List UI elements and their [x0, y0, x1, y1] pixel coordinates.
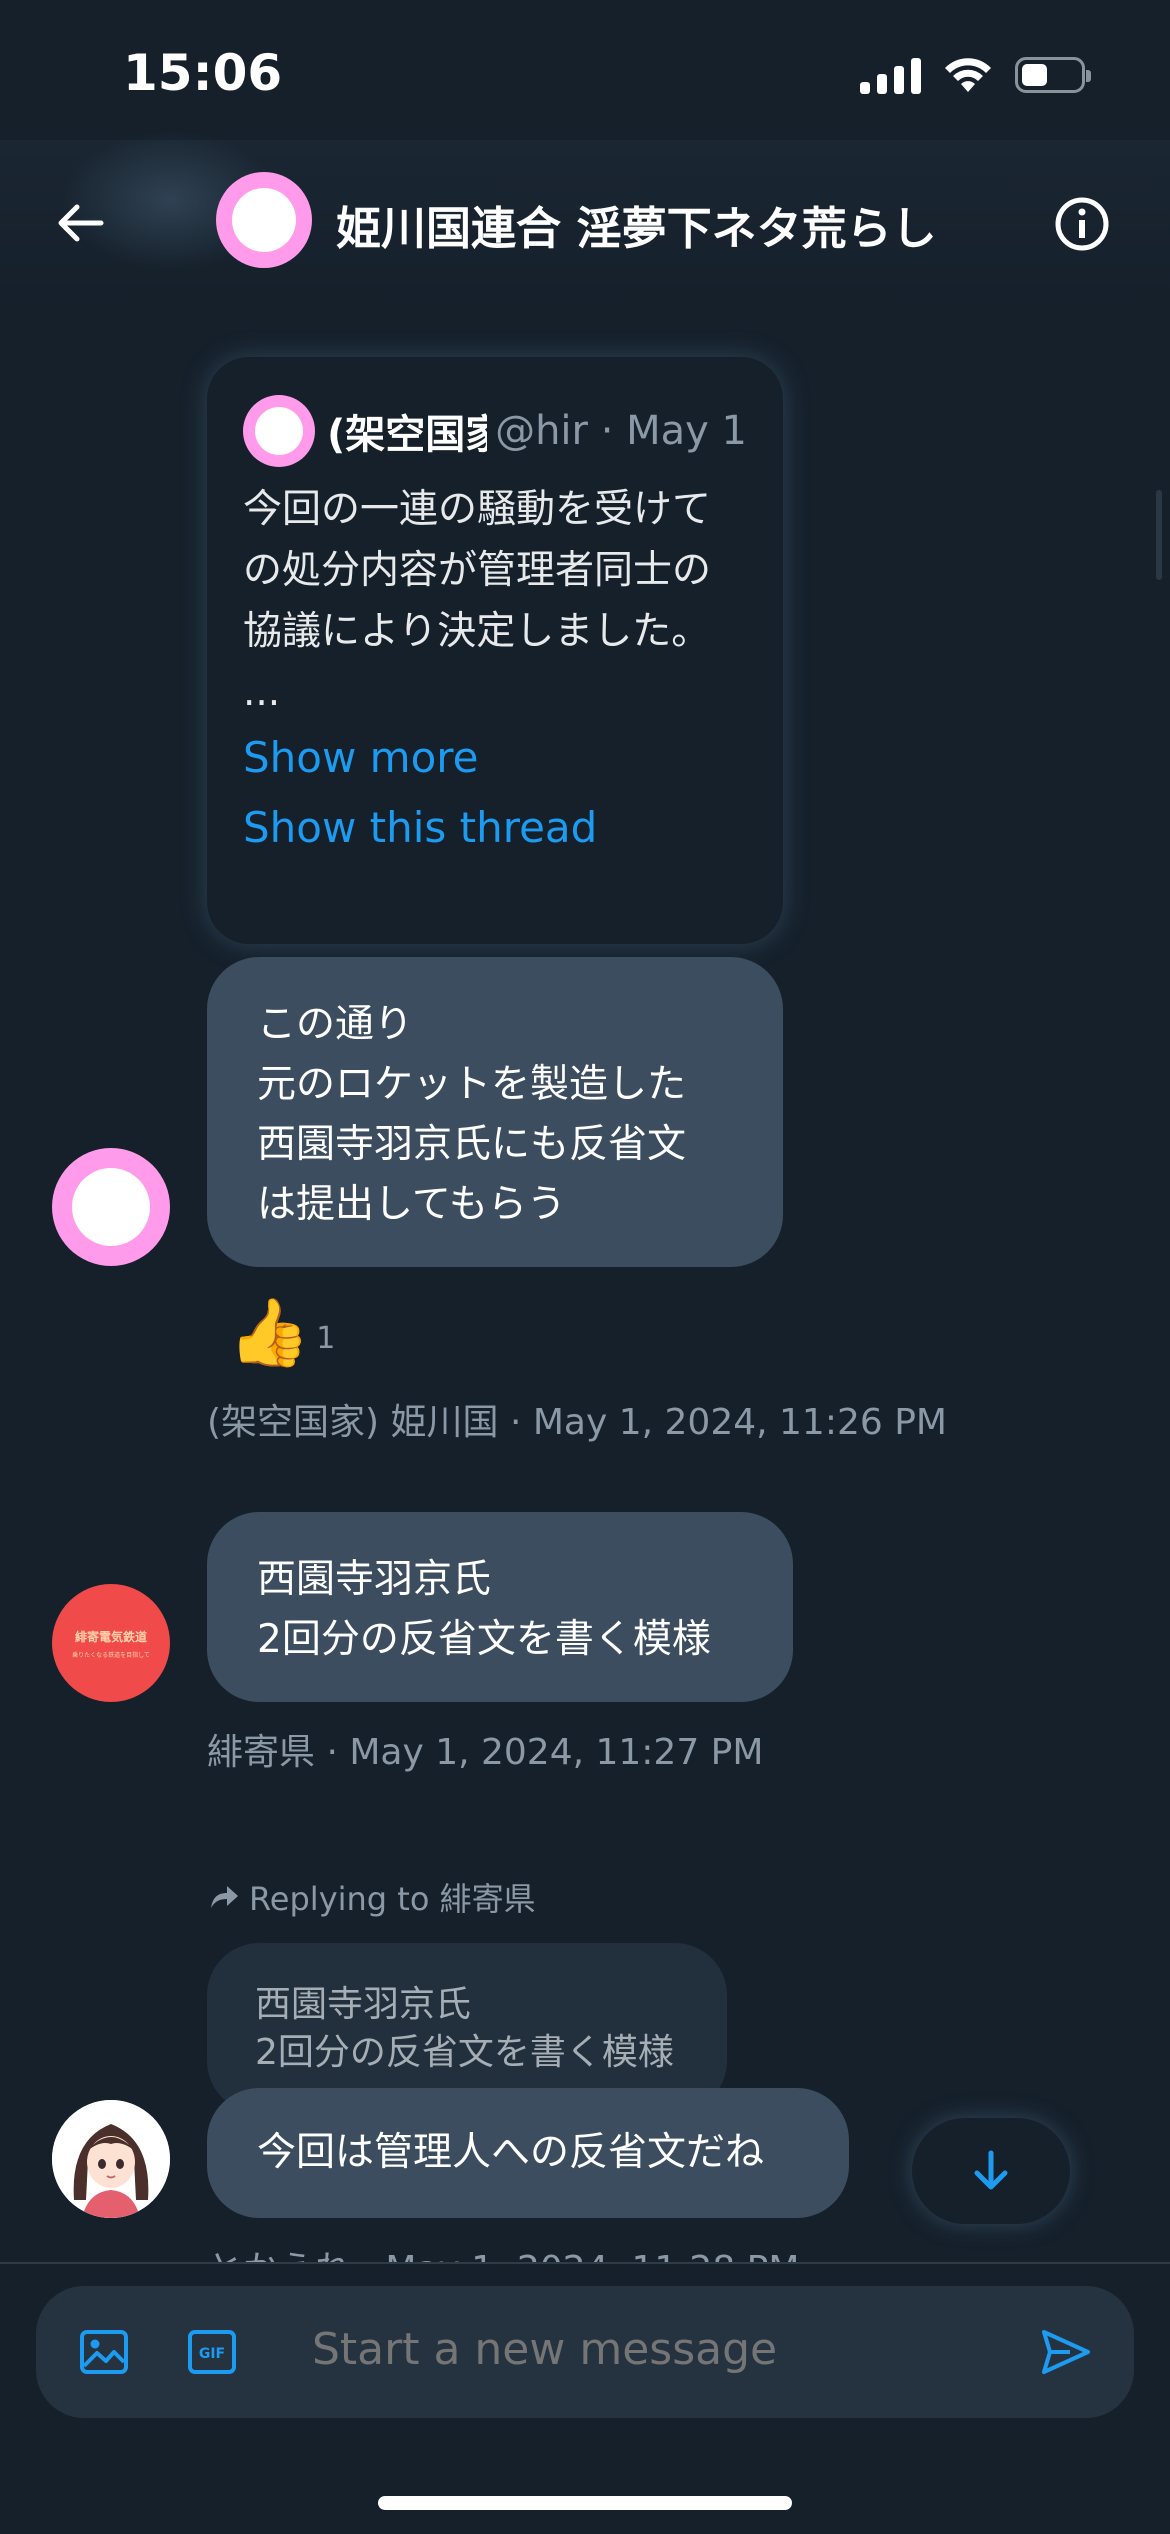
conversation-title[interactable]: 姫川国連合 淫夢下ネタ荒らし — [336, 192, 937, 257]
message-composer[interactable]: GIF — [36, 2286, 1134, 2418]
scroll-to-bottom-button[interactable] — [912, 2118, 1070, 2224]
message-bubble[interactable]: 今回は管理人への反省文だね — [207, 2088, 849, 2218]
conversation-header: 姫川国連合 淫夢下ネタ荒らし — [0, 130, 1170, 300]
message-reaction[interactable]: 👍 1 — [228, 1296, 335, 1370]
back-button[interactable] — [52, 195, 108, 251]
battery-level — [1022, 64, 1047, 86]
send-icon[interactable] — [1040, 2326, 1092, 2378]
show-thread-link[interactable]: Show this thread — [243, 793, 747, 863]
battery-icon — [1015, 57, 1091, 93]
quoted-tweet-header: (架空国家 @hir · May 1 — [243, 395, 747, 467]
quoted-tweet-meta: @hir · May 1 — [495, 408, 747, 454]
sender-avatar[interactable] — [52, 2100, 170, 2218]
conversation-avatar[interactable] — [216, 172, 312, 268]
show-more-link[interactable]: Show more — [243, 723, 747, 793]
scrollbar[interactable] — [1156, 490, 1162, 580]
thumbs-up-reaction: 👍 — [228, 1294, 311, 1371]
status-icons — [860, 56, 1091, 94]
quoted-tweet-text: 今回の一連の騒動を受けての処分内容が管理者同士の協議により決定しました。 ... — [243, 487, 712, 715]
reply-indicator: Replying to 緋寄県 — [209, 1874, 536, 1920]
quoted-tweet-author: (架空国家 — [327, 412, 488, 458]
info-icon[interactable] — [1054, 196, 1110, 252]
composer-bar: GIF — [0, 2262, 1170, 2534]
gif-icon[interactable]: GIF — [186, 2326, 238, 2378]
message-meta-clipped: とかえれ · May 1, 2024, 11:28 PM — [207, 2220, 799, 2266]
image-icon[interactable] — [78, 2326, 130, 2378]
message-meta: 緋寄県 · May 1, 2024, 11:27 PM — [207, 1732, 764, 1773]
status-bar: 15:06 — [0, 0, 1170, 140]
avatar-text: 緋寄電気鉄道 — [74, 1629, 147, 1644]
svg-text:GIF: GIF — [199, 2346, 225, 2362]
avatar-subtext: 乗りたくなる鉄道を目指して — [72, 1651, 150, 1659]
reaction-count: 1 — [316, 1321, 336, 1356]
message-bubble[interactable]: 西園寺羽京氏 2回分の反省文を書く模様 — [207, 1512, 793, 1702]
wifi-icon — [945, 58, 991, 92]
anime-girl-avatar-icon — [52, 2100, 170, 2218]
arrow-down-icon — [974, 2150, 1008, 2190]
message-input[interactable] — [312, 2324, 1032, 2375]
quoted-tweet-avatar — [243, 395, 315, 467]
arrow-left-icon — [58, 204, 104, 242]
message-meta: (架空国家) 姫川国 · May 1, 2024, 11:26 PM — [207, 1402, 947, 1443]
quoted-tweet-card[interactable]: (架空国家 @hir · May 1 今回の一連の騒動を受けての処分内容が管理者… — [207, 357, 783, 944]
home-indicator — [378, 2496, 792, 2510]
status-time: 15:06 — [123, 44, 283, 102]
reply-label: Replying to 緋寄県 — [249, 1880, 536, 1918]
cellular-signal-icon — [860, 56, 921, 94]
sender-avatar[interactable] — [52, 1148, 170, 1266]
reply-arrow-icon — [211, 1886, 238, 1908]
message-bubble[interactable]: この通り 元のロケットを製造した 西園寺羽京氏にも反省文 は提出してもらう — [207, 957, 783, 1267]
sender-avatar[interactable]: 緋寄電気鉄道 乗りたくなる鉄道を目指して — [52, 1584, 170, 1702]
